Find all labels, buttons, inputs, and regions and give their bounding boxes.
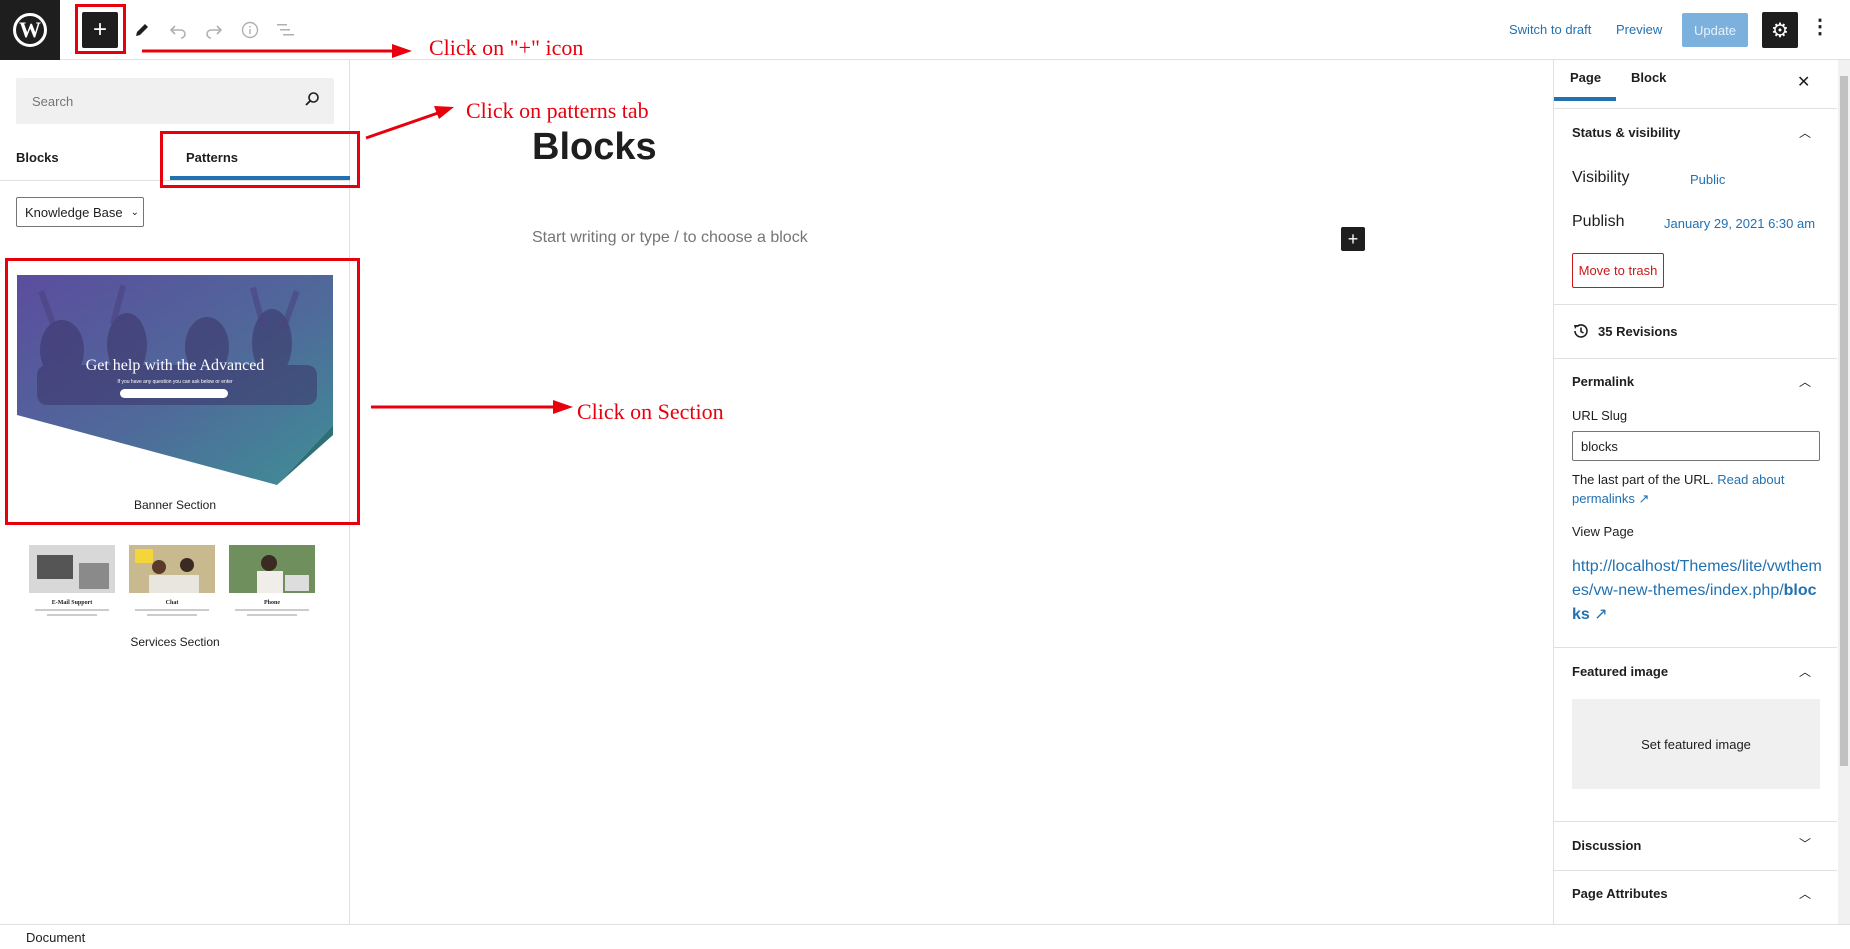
service-text-line [35,609,109,611]
settings-sidebar: Page Block ✕ Status & visibility ︿ Visib… [1553,60,1837,924]
info-icon [241,21,259,39]
revisions-button[interactable]: 35 Revisions [1572,322,1678,340]
active-tab-indicator [1554,97,1616,101]
chevron-down-icon[interactable]: ﹀ [1799,835,1811,852]
services-section-label: Services Section [130,635,220,649]
divider [1554,647,1837,648]
breadcrumb-document[interactable]: Document [26,930,85,945]
service-text-line [247,614,297,616]
featured-image-toggle[interactable]: Featured image [1572,664,1668,679]
kebab-icon: ⋮ [1810,16,1830,38]
move-to-trash-button[interactable]: Move to trash [1572,253,1664,288]
close-icon: ✕ [1797,74,1811,91]
url-help-text: The last part of the URL. Read about per… [1572,470,1822,508]
service-text-line [147,614,197,616]
visibility-value-button[interactable]: Public [1690,172,1725,187]
annotation-box-patterns [160,131,360,188]
service-title: E-Mail Support [51,600,93,606]
tools-button[interactable] [124,12,160,48]
divider [1554,108,1837,109]
history-icon [1574,324,1588,338]
page-attributes-toggle[interactable]: Page Attributes [1572,886,1668,901]
block-placeholder[interactable]: Start writing or type / to choose a bloc… [532,229,808,247]
undo-button[interactable] [160,12,196,48]
block-breadcrumb-bar: Document [0,924,1850,949]
gear-icon: ⚙ [1771,19,1789,42]
plus-icon: + [1347,228,1359,249]
service-text-line [135,609,209,611]
tab-block[interactable]: Block [1631,70,1666,85]
pattern-category-value: Knowledge Base [25,204,123,220]
service-card: Phone [229,545,315,627]
discussion-toggle[interactable]: Discussion [1572,838,1641,853]
redo-button[interactable] [196,12,232,48]
publish-label: Publish [1572,213,1625,230]
service-card: Chat [129,545,215,627]
scrollbar-thumb[interactable] [1840,76,1848,766]
service-text-line [47,614,97,616]
divider [1554,358,1837,359]
pattern-category-select[interactable]: Knowledge Base ⌄ [16,197,144,227]
service-card: E-Mail Support [29,545,115,627]
view-page-label: View Page [1572,524,1634,539]
service-image [229,545,315,593]
wordpress-icon: W [13,13,47,47]
pencil-icon [136,24,148,36]
annotation-section: Click on Section [577,399,724,424]
page-title[interactable]: Blocks [532,126,657,169]
external-link-icon: ↗ [1638,491,1650,506]
url-slug-label: URL Slug [1572,408,1628,423]
url-help-label: The last part of the URL. [1572,472,1714,487]
annotation-box-plus [75,4,126,54]
switch-to-draft-button[interactable]: Switch to draft [1509,22,1591,37]
list-view-icon [277,24,294,36]
more-options-button[interactable]: ⋮ [1810,14,1830,39]
service-text-line [235,609,309,611]
list-view-button[interactable] [268,12,304,48]
chevron-up-icon[interactable]: ︿ [1799,124,1811,141]
url-slug-input[interactable] [1572,431,1820,461]
service-image [29,545,115,593]
visibility-label: Visibility [1572,169,1630,186]
service-title: Phone [263,600,280,606]
sidebar-scrollbar[interactable] [1838,60,1850,924]
chevron-up-icon[interactable]: ︿ [1799,885,1811,902]
chevron-down-icon: ⌄ [130,206,139,218]
status-visibility-toggle[interactable]: Status & visibility [1572,125,1680,140]
divider [1554,304,1837,305]
inserter-search-input[interactable] [16,78,286,124]
tab-page[interactable]: Page [1570,70,1601,85]
details-button[interactable] [232,12,268,48]
chevron-up-icon[interactable]: ︿ [1799,663,1811,680]
search-icon [305,92,319,106]
wordpress-logo-button[interactable]: W [0,0,60,60]
annotation-plus-icon: Click on "+" icon [429,35,584,60]
revisions-label: 35 Revisions [1598,323,1678,339]
annotation-box-section [5,258,360,525]
view-page-link[interactable]: http://localhost/Themes/lite/vwthemes/vw… [1572,555,1822,627]
divider [1554,821,1837,822]
divider [1554,870,1837,871]
tab-blocks[interactable]: Blocks [16,150,59,165]
annotation-patterns-tab: Click on patterns tab [466,98,649,123]
close-sidebar-button[interactable]: ✕ [1797,72,1810,92]
update-button[interactable]: Update [1682,13,1748,47]
service-image [129,545,215,593]
canvas-add-block-button[interactable]: + [1341,227,1365,251]
permalink-toggle[interactable]: Permalink [1572,374,1634,389]
service-title: Chat [165,600,179,606]
preview-button[interactable]: Preview [1616,22,1662,37]
inserter-search [16,78,334,124]
publish-date-button[interactable]: January 29, 2021 6:30 am [1664,216,1815,231]
external-link-icon: ↗ [1589,606,1608,623]
chevron-up-icon[interactable]: ︿ [1799,373,1811,390]
set-featured-image-button[interactable]: Set featured image [1572,699,1820,789]
undo-icon [169,25,186,39]
editor-header: W + Switch to draft Preview Update ⚙ ⋮ [0,0,1850,60]
settings-button[interactable]: ⚙ [1762,12,1798,48]
redo-icon [206,25,223,39]
